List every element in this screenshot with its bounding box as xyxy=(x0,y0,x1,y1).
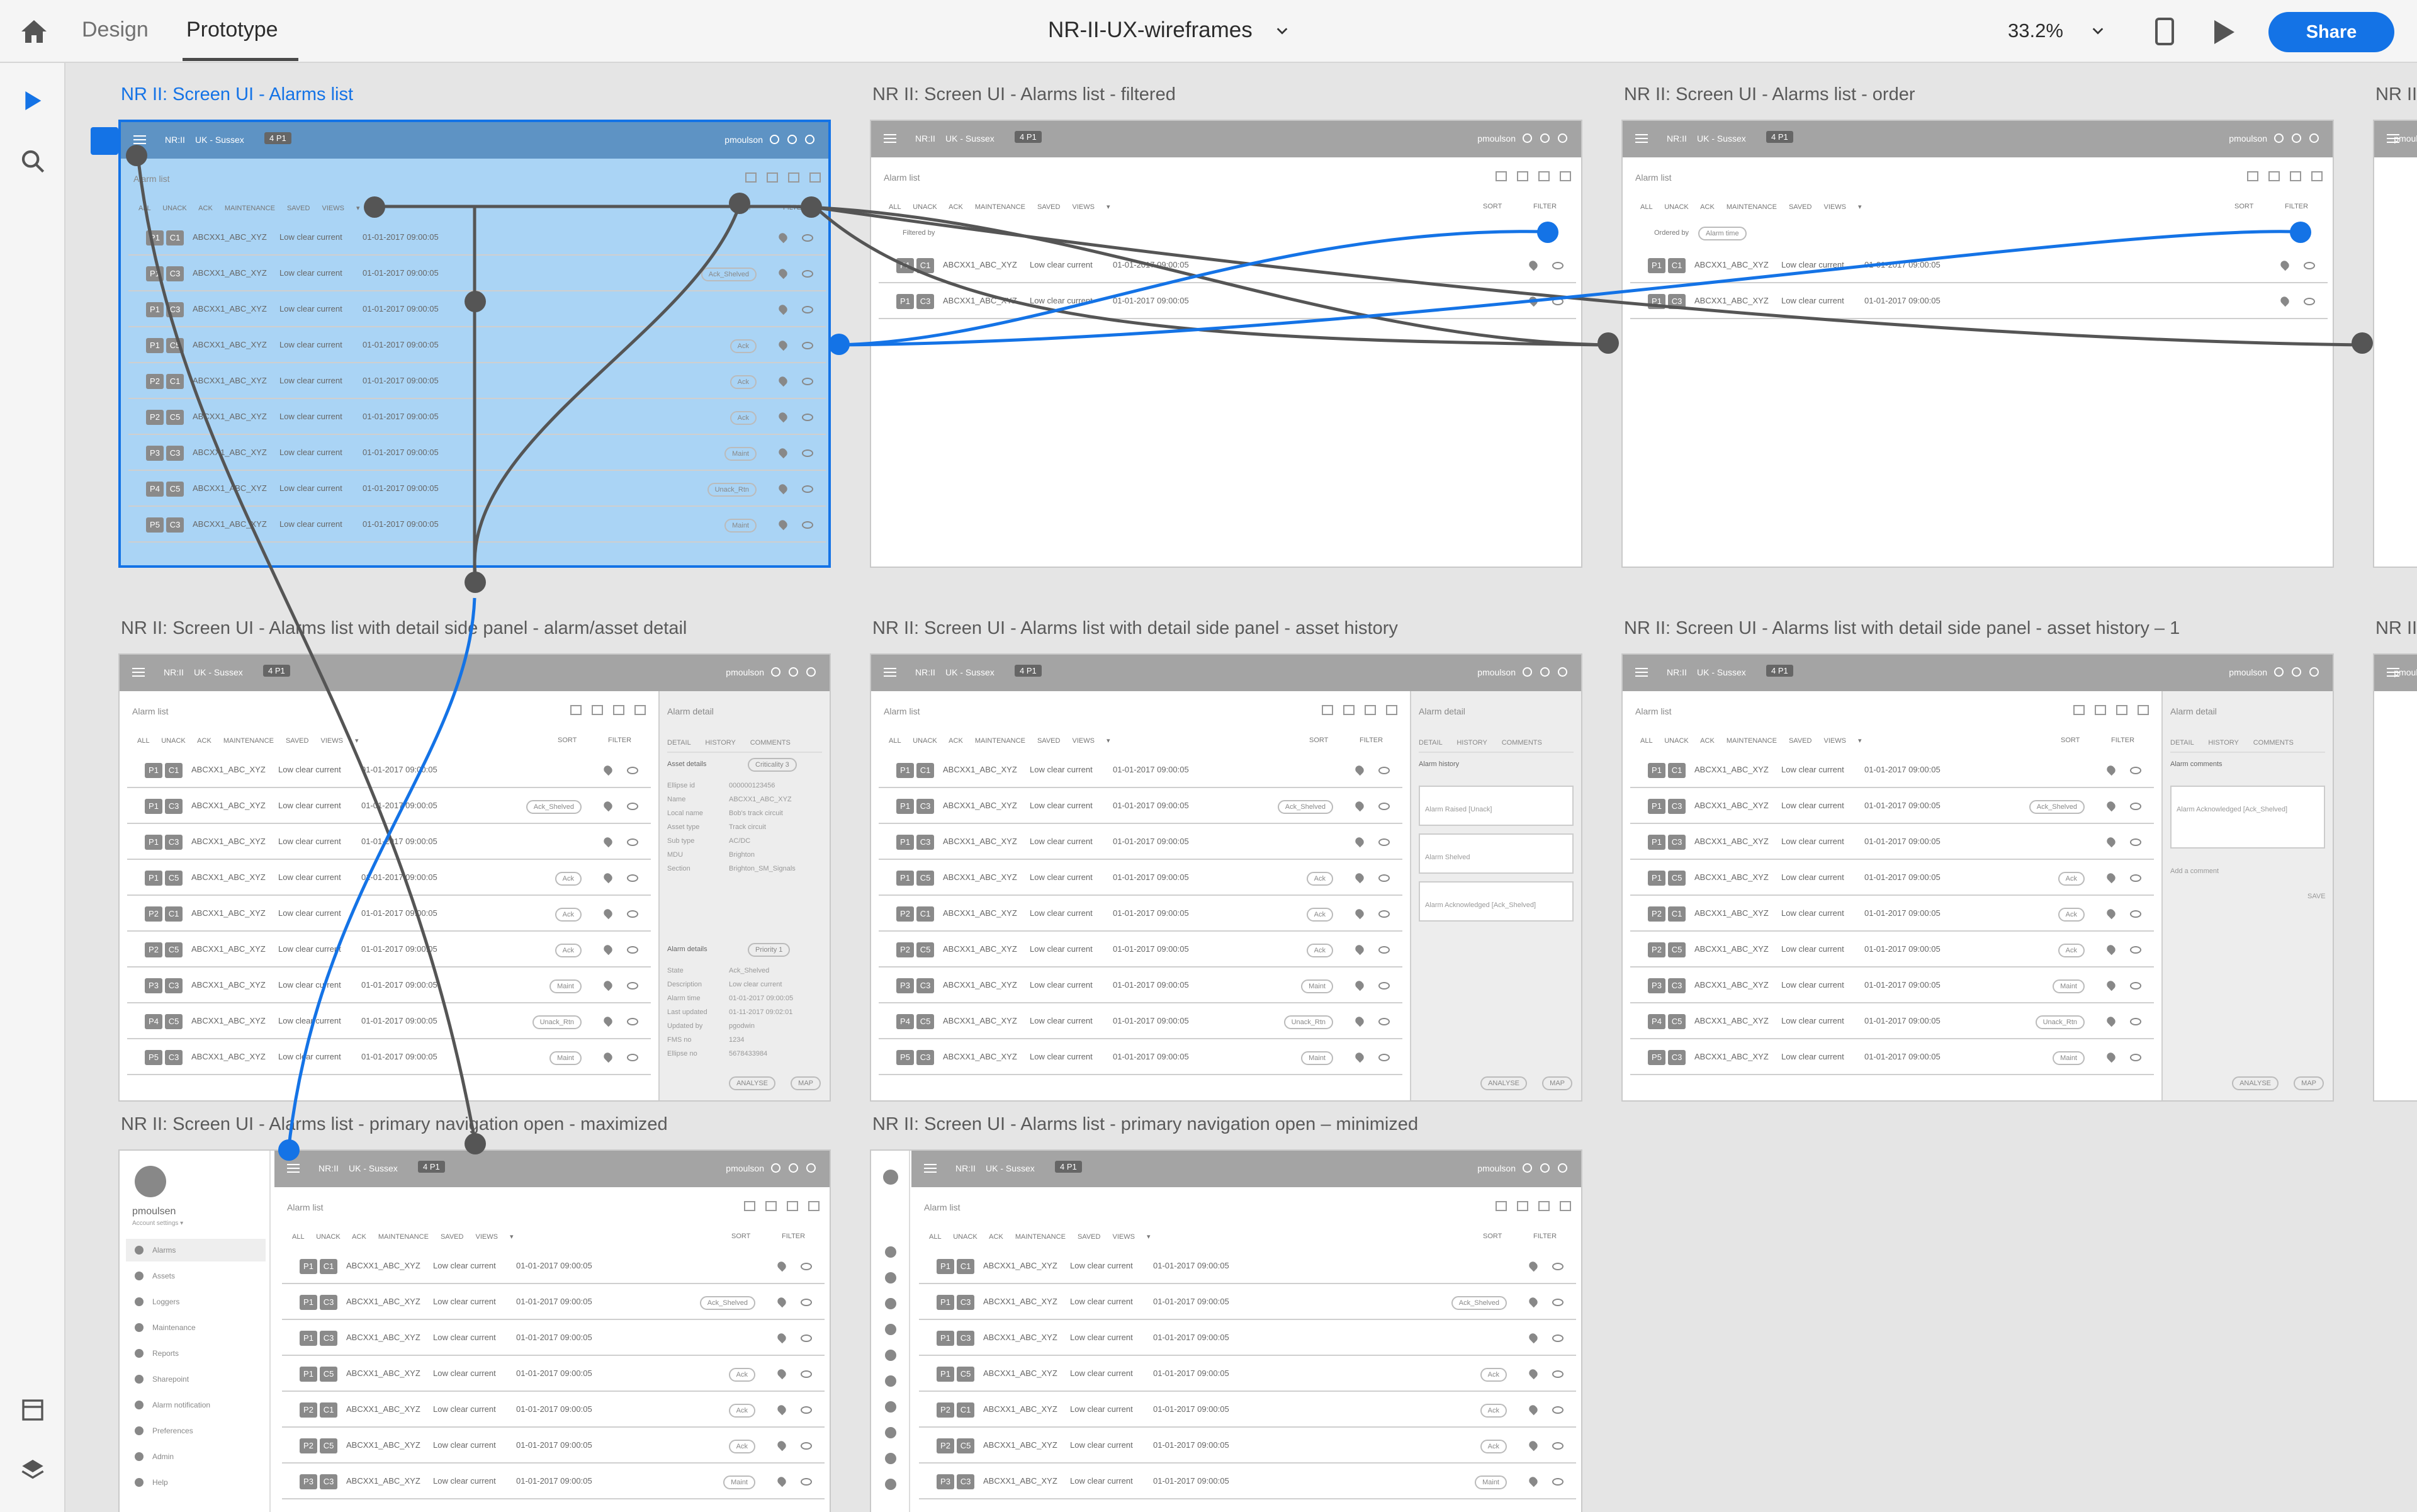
document-title[interactable]: NR-II-UX-wireframes xyxy=(1048,18,1253,43)
connector-handle[interactable] xyxy=(1597,332,1619,354)
connector-handle[interactable] xyxy=(465,572,486,593)
chevron-down-icon[interactable] xyxy=(1275,24,1289,38)
assets-panel-icon[interactable] xyxy=(20,1397,45,1423)
zoom-chevron-icon[interactable] xyxy=(2091,24,2105,38)
home-screen-flag-icon[interactable] xyxy=(91,127,118,155)
connector-handle[interactable] xyxy=(2352,332,2373,354)
active-tab-indicator xyxy=(183,58,298,61)
tab-prototype[interactable]: Prototype xyxy=(186,18,278,42)
connector-handle[interactable] xyxy=(126,145,147,166)
connector-handle[interactable] xyxy=(465,1133,486,1154)
connector-handle[interactable] xyxy=(278,1139,300,1161)
top-toolbar: Design Prototype NR-II-UX-wireframes 33.… xyxy=(0,0,2417,63)
connector-handle[interactable] xyxy=(364,196,385,218)
connector-wire xyxy=(473,206,741,580)
left-tool-rail xyxy=(0,63,65,1512)
search-icon[interactable] xyxy=(20,149,45,174)
connector-handle[interactable] xyxy=(465,291,486,312)
connector-handle[interactable] xyxy=(1537,222,1558,243)
zoom-level[interactable]: 33.2% xyxy=(2008,20,2063,42)
connector-wire xyxy=(808,205,2363,347)
prototype-connectors xyxy=(136,155,2363,1153)
connector-handle[interactable] xyxy=(2290,222,2311,243)
connector-handle[interactable] xyxy=(729,193,750,214)
connector-wire xyxy=(813,205,1608,347)
connector-wire xyxy=(136,155,476,1140)
home-icon[interactable] xyxy=(19,16,49,47)
connector-handle[interactable] xyxy=(828,334,850,355)
connector-handle[interactable] xyxy=(801,196,822,218)
design-canvas[interactable]: NR II: Screen UI - Alarms list NR II: Sc… xyxy=(65,63,2417,1512)
device-preview-icon[interactable] xyxy=(2155,18,2174,45)
layers-icon[interactable] xyxy=(20,1457,45,1482)
select-arrow-icon[interactable] xyxy=(20,88,45,113)
share-button[interactable]: Share xyxy=(2268,12,2394,52)
play-icon[interactable] xyxy=(2214,20,2234,44)
connector-wire xyxy=(839,230,2294,347)
tab-design[interactable]: Design xyxy=(82,18,149,42)
connector-wire xyxy=(286,597,476,1153)
